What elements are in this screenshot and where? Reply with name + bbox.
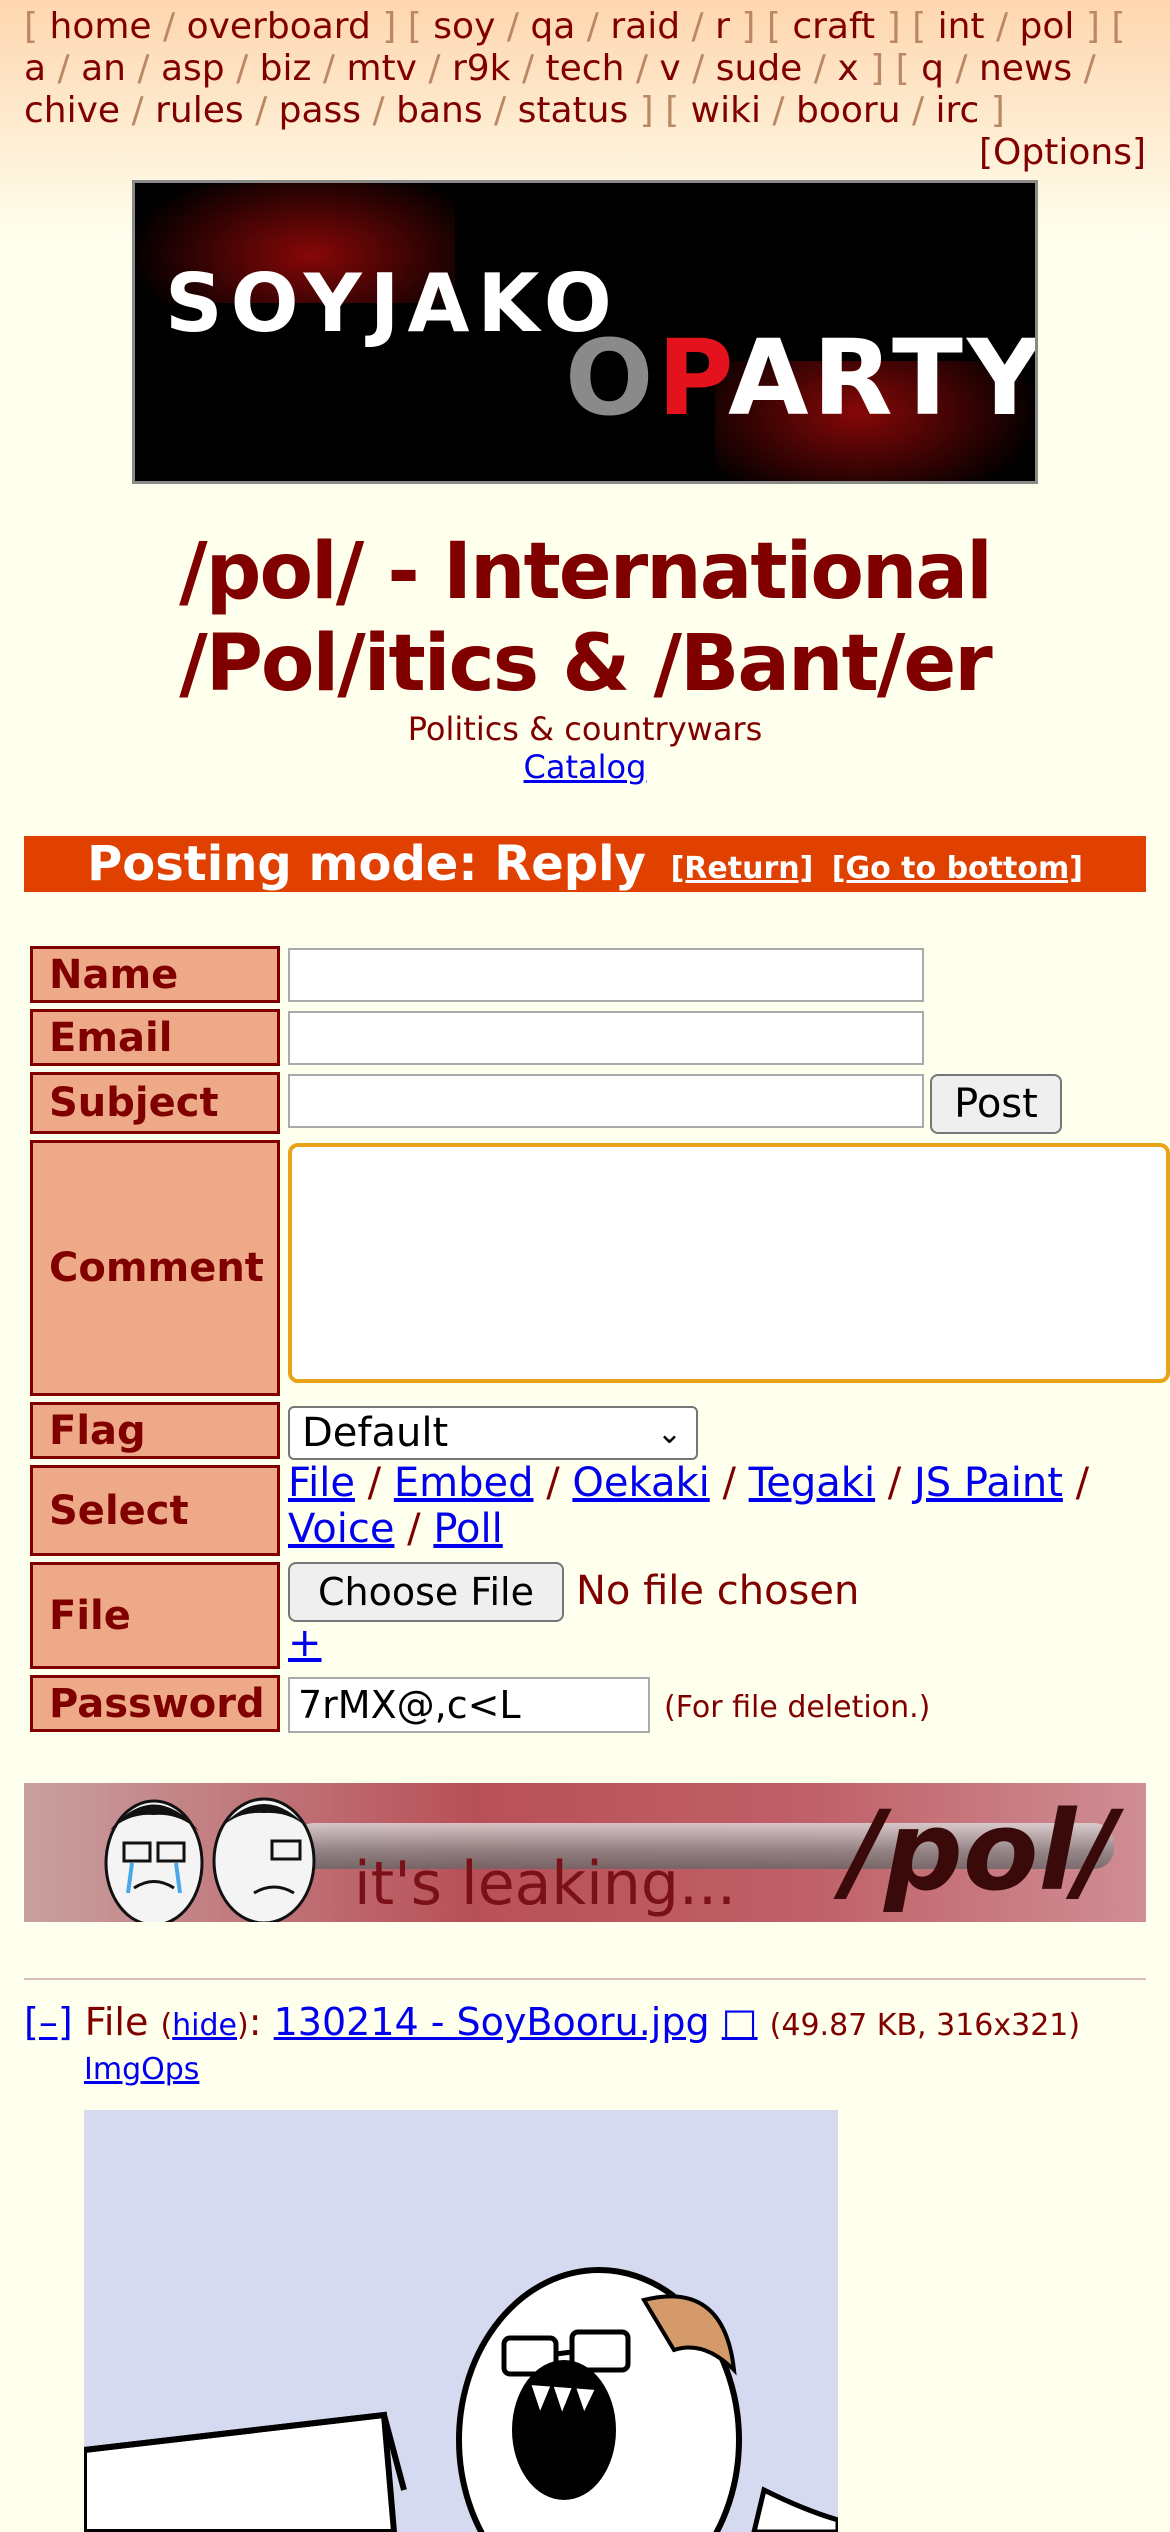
imgops-wrap: ImgOps — [84, 2052, 199, 2087]
post-thumbnail-image[interactable] — [84, 2110, 838, 2532]
file-label: File — [30, 1562, 280, 1669]
flag-label: Flag — [30, 1402, 280, 1459]
banner-logo-text: SOYJAKO — [165, 257, 620, 350]
catalog-link[interactable]: Catalog — [524, 748, 647, 786]
board-link-home[interactable]: home — [50, 6, 152, 47]
soyjak-drawing — [84, 2267, 838, 2532]
catalog-link-wrap: Catalog — [24, 748, 1146, 786]
site-banner[interactable]: SOYJAKO OPARTY — [132, 180, 1038, 484]
select-tegaki-link[interactable]: Tegaki — [749, 1460, 875, 1506]
board-link-mtv[interactable]: mtv — [346, 48, 417, 89]
password-label: Password — [30, 1675, 280, 1732]
choose-file-button[interactable]: Choose File — [288, 1562, 564, 1622]
add-file-link[interactable]: + — [288, 1620, 322, 1666]
file-meta: (49.87 KB, 316x321) — [769, 2008, 1081, 2043]
board-link-raid[interactable]: raid — [610, 6, 680, 47]
select-poll-link[interactable]: Poll — [433, 1506, 502, 1552]
download-icon[interactable]: □ — [722, 2000, 758, 2044]
flag-select[interactable]: Default ⌄ — [288, 1406, 698, 1460]
hide-file-link[interactable]: hide — [172, 2008, 237, 2043]
select-label: Select — [30, 1465, 280, 1556]
board-link-tech[interactable]: tech — [546, 48, 625, 89]
subject-label: Subject — [30, 1072, 280, 1134]
board-link-status[interactable]: status — [518, 90, 629, 131]
post-file-info: [–] File (hide): 130214 - SoyBooru.jpg □… — [24, 2000, 1081, 2044]
crying-soyjaks-image — [104, 1797, 316, 1922]
subject-field[interactable] — [288, 1074, 924, 1128]
board-link-rules[interactable]: rules — [155, 90, 244, 131]
board-banner: it's leaking... /pol/ — [24, 1783, 1146, 1922]
select-voice-link[interactable]: Voice — [288, 1506, 394, 1552]
board-link-craft[interactable]: craft — [792, 6, 875, 47]
select-js-paint-link[interactable]: JS Paint — [914, 1460, 1063, 1506]
board-link-qa[interactable]: qa — [530, 6, 575, 47]
board-link-asp[interactable]: asp — [161, 48, 225, 89]
name-label: Name — [30, 946, 280, 1003]
comment-label: Comment — [30, 1140, 280, 1396]
board-link-r[interactable]: r — [715, 6, 730, 47]
posting-mode-bar: Posting mode: Reply [Return] [Go to bott… — [24, 836, 1146, 892]
board-link-booru[interactable]: booru — [796, 90, 901, 131]
board-subtitle: Politics & countrywars — [407, 710, 763, 748]
board-link-bans[interactable]: bans — [396, 90, 482, 131]
password-field[interactable]: 7rMX@,c<L — [288, 1677, 650, 1733]
board-link-v[interactable]: v — [659, 48, 680, 89]
go-to-bottom-link[interactable]: [Go to bottom] — [832, 851, 1083, 886]
board-link-biz[interactable]: biz — [260, 48, 312, 89]
select-mode-links: File / Embed / Oekaki / Tegaki / JS Pain… — [288, 1460, 1090, 1552]
post-button[interactable]: Post — [930, 1074, 1062, 1134]
options-link[interactable]: [Options] — [979, 132, 1146, 173]
board-link-int[interactable]: int — [938, 6, 985, 47]
email-field[interactable] — [288, 1011, 924, 1065]
file-name-link[interactable]: 130214 - SoyBooru.jpg — [274, 2000, 710, 2044]
board-link-news[interactable]: news — [979, 48, 1072, 89]
board-link-r9k[interactable]: r9k — [452, 48, 511, 89]
board-link-chive[interactable]: chive — [24, 90, 120, 131]
banner-logo-text-party: OPARTY — [565, 317, 1038, 439]
board-link-sude[interactable]: sude — [716, 48, 803, 89]
divider — [24, 1978, 1146, 1980]
board-link-x[interactable]: x — [837, 48, 858, 89]
password-value: 7rMX@,c<L — [298, 1683, 521, 1727]
collapse-post-button[interactable]: [–] — [24, 2000, 73, 2044]
email-label: Email — [30, 1009, 280, 1066]
file-word: File — [84, 2000, 149, 2044]
board-link-pol[interactable]: pol — [1020, 6, 1075, 47]
board-link-q[interactable]: q — [921, 48, 944, 89]
return-link[interactable]: [Return] — [671, 851, 814, 886]
password-note: (For file deletion.) — [664, 1690, 931, 1725]
imgops-link[interactable]: ImgOps — [84, 2052, 199, 2087]
chevron-down-icon: ⌄ — [656, 1416, 682, 1451]
board-link-an[interactable]: an — [81, 48, 126, 89]
select-oekaki-link[interactable]: Oekaki — [572, 1460, 709, 1506]
board-link-pass[interactable]: pass — [279, 90, 361, 131]
flag-select-value: Default — [302, 1410, 449, 1456]
board-title: /pol/ - International /Pol/itics & /Bant… — [179, 527, 993, 709]
select-embed-link[interactable]: Embed — [394, 1460, 534, 1506]
select-file-link[interactable]: File — [288, 1460, 355, 1506]
no-file-chosen-text: No file chosen — [576, 1568, 860, 1614]
banner-board-name: /pol/ — [844, 1787, 1117, 1915]
board-link-overboard[interactable]: overboard — [187, 6, 371, 47]
board-link-wiki[interactable]: wiki — [691, 90, 761, 131]
posting-mode-text: Posting mode: Reply — [87, 836, 646, 892]
comment-textarea[interactable] — [288, 1143, 1170, 1383]
board-link-soy[interactable]: soy — [433, 6, 495, 47]
name-field[interactable] — [288, 948, 924, 1002]
board-nav: [ home / overboard ] [ soy / qa / raid /… — [24, 6, 1126, 131]
banner-caption: it's leaking... — [354, 1849, 737, 1919]
board-link-irc[interactable]: irc — [936, 90, 980, 131]
board-link-a[interactable]: a — [24, 48, 46, 89]
